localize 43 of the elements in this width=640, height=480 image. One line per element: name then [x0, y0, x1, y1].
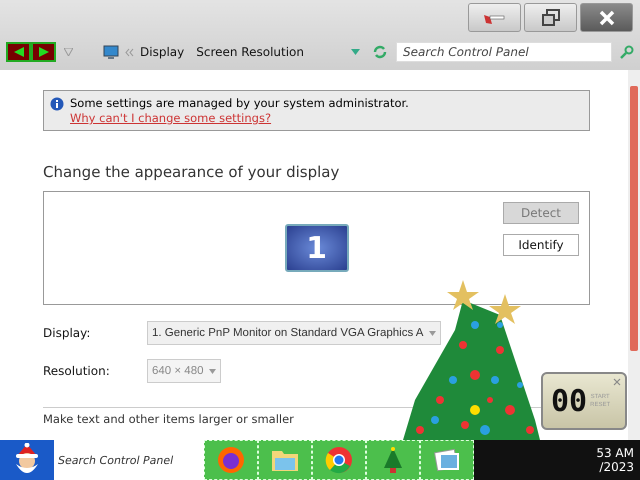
breadcrumb[interactable]: Display: [140, 45, 190, 60]
setting-label: Resolution:: [43, 364, 111, 378]
setting-label: Display:: [43, 326, 92, 340]
text-size-link[interactable]: Make text and other items larger or smaller: [43, 412, 294, 426]
browser-globe-icon: [216, 445, 246, 475]
close-button[interactable]: [580, 3, 633, 32]
taskbar-app-button[interactable]: [204, 440, 258, 480]
info-icon: [50, 97, 64, 111]
start-button[interactable]: [0, 440, 54, 480]
refresh-icon[interactable]: [372, 45, 388, 60]
clock-time: 53 AM: [596, 446, 634, 460]
page-heading: Change the appearance of your display: [43, 163, 340, 181]
help-link[interactable]: Why can't I change some settings?: [70, 111, 272, 125]
forward-button[interactable]: [31, 42, 56, 62]
preview-button[interactable]: Identify: [503, 234, 579, 256]
scrollbar-thumb[interactable]: [630, 86, 638, 351]
monitor-tile[interactable]: 1: [284, 224, 348, 272]
close-icon[interactable]: [613, 378, 621, 386]
close-icon: [598, 10, 616, 26]
double-chevron-icon: [125, 48, 134, 57]
restore-button[interactable]: [524, 3, 577, 32]
back-arrow-icon: [12, 47, 24, 58]
taskbar-app-button[interactable]: [366, 440, 420, 480]
dropdown-arrow-icon: [209, 368, 216, 374]
minimize-button[interactable]: [468, 3, 521, 32]
dropdown-arrow-icon[interactable]: [351, 49, 360, 56]
taskbar-search-field[interactable]: Search Control Panel: [54, 440, 204, 480]
timer-display: 00: [551, 384, 588, 418]
back-button[interactable]: [6, 42, 31, 62]
forward-arrow-icon: [38, 47, 50, 58]
monitor-icon: [103, 44, 119, 60]
search-icon[interactable]: [620, 45, 634, 60]
notice-text: Some settings are managed by your system administrator.: [70, 96, 409, 110]
browser-circle-icon: [324, 445, 354, 475]
restore-icon: [540, 8, 562, 26]
clock-date: /2023: [599, 460, 634, 474]
setting-dropdown[interactable]: 1. Generic PnP Monitor on Standard VGA Graphics A: [147, 321, 442, 345]
breadcrumb[interactable]: Screen Resolution: [196, 45, 310, 60]
christmas-tree-icon: [383, 446, 403, 474]
dropdown-arrow-icon: [429, 330, 436, 336]
taskbar-app-button[interactable]: [312, 440, 366, 480]
search-field[interactable]: Search Control Panel: [396, 42, 612, 62]
scrollbar[interactable]: [628, 70, 640, 440]
